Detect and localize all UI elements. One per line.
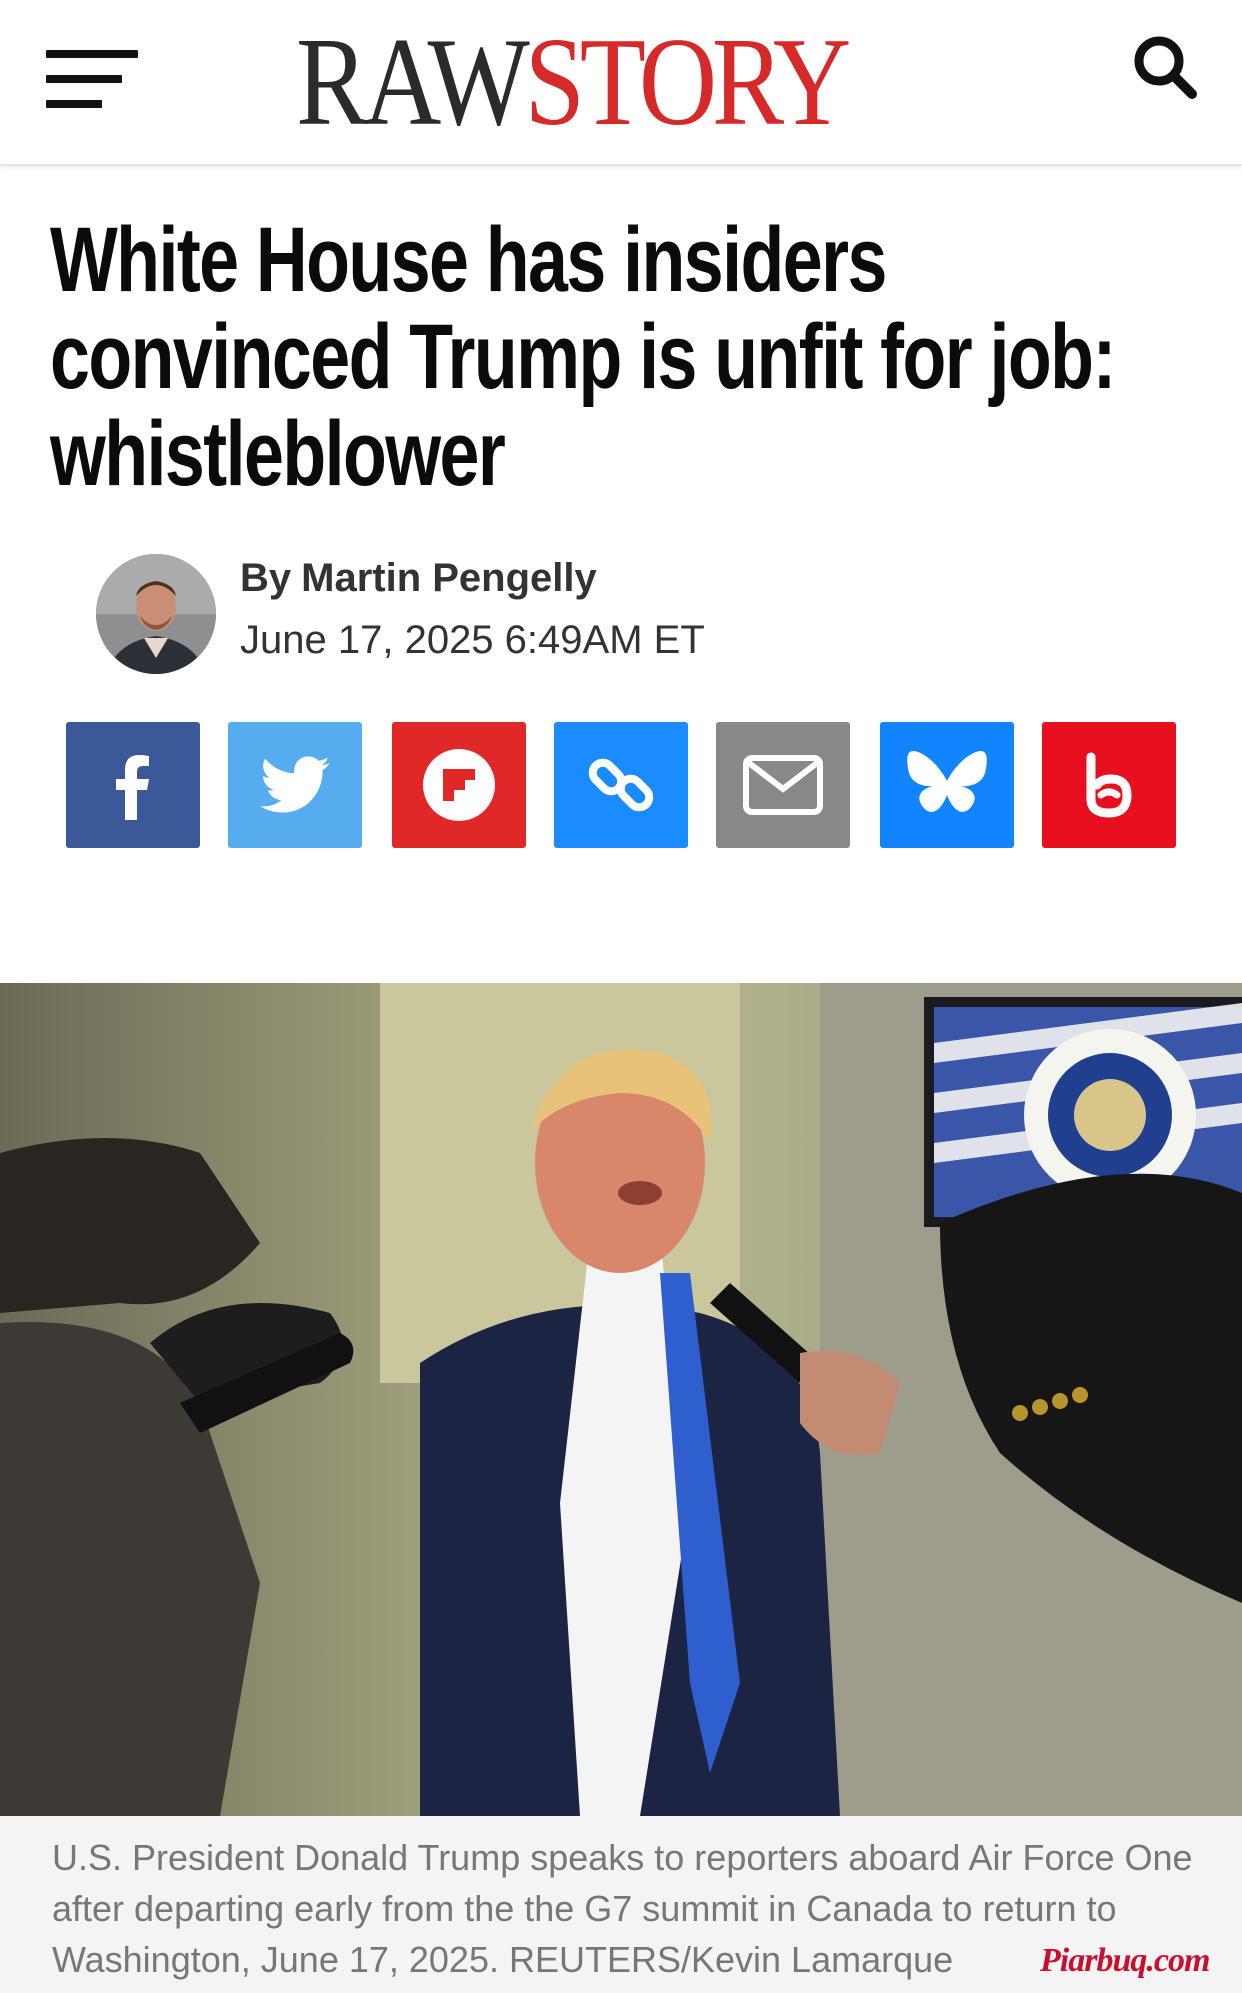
publish-date: June 17, 2025 6:49AM ET: [240, 618, 705, 662]
raw-social-share-button[interactable]: [1042, 722, 1176, 848]
email-share-button[interactable]: [716, 722, 850, 848]
watermark: Piarbuq.com: [1040, 1942, 1210, 1979]
facebook-share-button[interactable]: [66, 722, 200, 848]
flipboard-icon: [423, 749, 495, 821]
twitter-share-button[interactable]: [228, 722, 362, 848]
link-icon: [588, 758, 654, 812]
byline: By Martin Pengelly: [240, 556, 597, 601]
hamburger-menu-icon[interactable]: [46, 50, 138, 108]
flipboard-share-button[interactable]: [392, 722, 526, 848]
author-avatar[interactable]: [96, 554, 216, 674]
site-header: RAWSTORY: [0, 0, 1242, 166]
facebook-icon: [116, 755, 149, 820]
share-buttons: [66, 722, 1176, 848]
email-icon: [743, 755, 823, 815]
twitter-icon: [260, 756, 330, 813]
logo-raw: RAW: [296, 13, 530, 152]
bluesky-share-button[interactable]: [880, 722, 1014, 848]
bluesky-icon: [907, 751, 987, 812]
article-headline: White House has insiders convinced Trump…: [50, 209, 1116, 505]
photo-caption: U.S. President Donald Trump speaks to re…: [52, 1837, 1193, 1980]
article-photo: [0, 983, 1242, 1816]
site-logo[interactable]: RAWSTORY: [296, 20, 851, 146]
byline-prefix: By: [240, 556, 292, 600]
logo-story: STORY: [524, 13, 852, 152]
raw-b-icon: [1086, 752, 1132, 818]
author-name[interactable]: Martin Pengelly: [301, 556, 597, 600]
search-icon[interactable]: [1132, 34, 1198, 100]
copy-link-button[interactable]: [554, 722, 688, 848]
